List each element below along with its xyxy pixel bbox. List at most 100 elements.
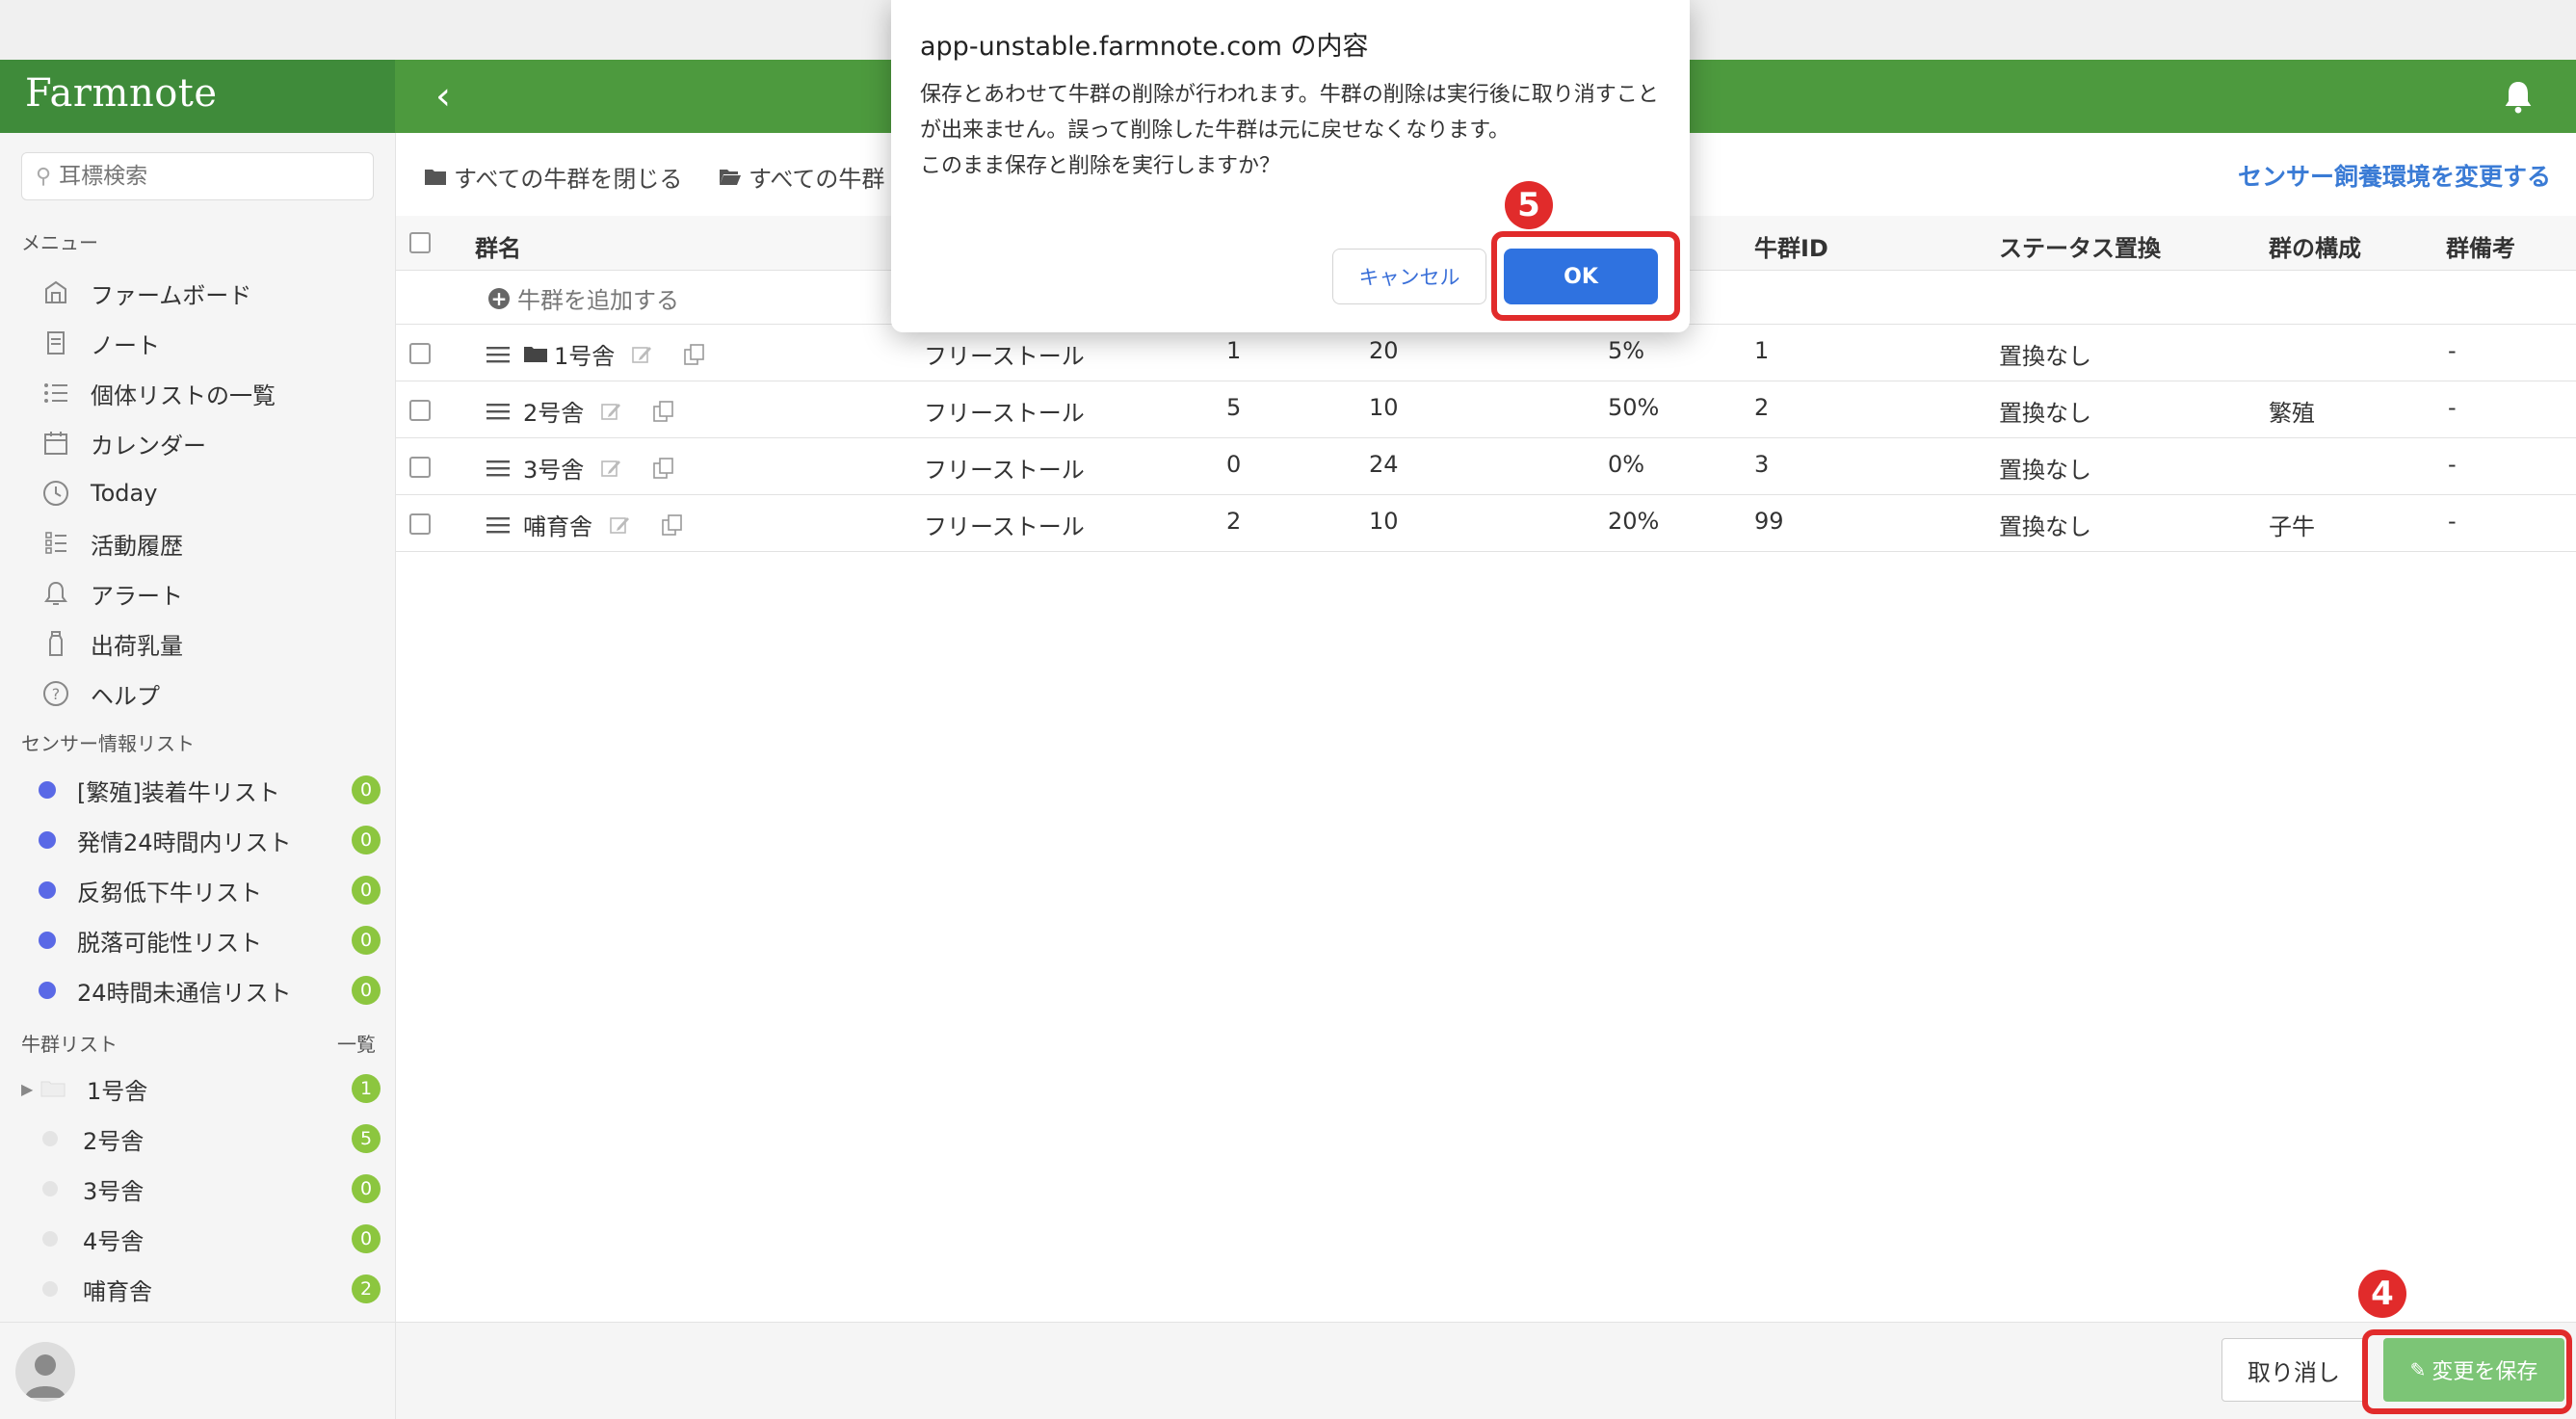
dialog-message: 保存とあわせて牛群の削除が行われます。牛群の削除は実行後に取り消すことが出来ませ… [920, 83, 1659, 178]
close-all-herds-button[interactable]: すべての牛群を閉じる [425, 160, 682, 194]
cell-value: 24 [1369, 451, 1399, 478]
menu-item-individual-list[interactable]: 個体リストの一覧 [39, 372, 276, 414]
header-composition[interactable]: 群の構成 [2269, 229, 2361, 263]
row-checkbox[interactable] [409, 343, 431, 364]
menu-item-farmboard[interactable]: ファームボード [39, 272, 251, 314]
sidebar-footer [0, 1322, 396, 1419]
menu-item-help[interactable]: ? ヘルプ [39, 672, 160, 715]
select-all-checkbox[interactable] [409, 232, 431, 253]
herd-item[interactable]: 哺育舎 2 [21, 1268, 381, 1310]
row-checkbox[interactable] [409, 457, 431, 478]
herd-item[interactable]: 2号舎 5 [21, 1117, 381, 1160]
herd-item[interactable]: ▶ 1号舎 1 [21, 1067, 381, 1110]
list-dot-icon [39, 881, 56, 899]
copy-icon[interactable] [682, 342, 707, 367]
sidebar: ⚲ メニュー ファームボード ノート 個体リストの一覧 カレンダー Today [0, 133, 396, 1322]
menu-item-note[interactable]: ノート [39, 322, 160, 364]
header-herd-id[interactable]: 牛群ID [1754, 229, 1828, 263]
count-badge: 1 [352, 1074, 381, 1103]
drag-handle-icon[interactable] [486, 516, 510, 534]
sensor-list-item[interactable]: 脱落可能性リスト 0 [39, 919, 381, 961]
row-checkbox[interactable] [409, 400, 431, 421]
list-dot-icon [39, 982, 56, 999]
copy-icon[interactable] [651, 399, 676, 424]
drag-handle-icon[interactable] [486, 346, 510, 363]
drag-handle-icon[interactable] [486, 403, 510, 420]
herd-item-label: 3号舎 [83, 1177, 145, 1205]
menu-item-alert[interactable]: アラート [39, 572, 183, 615]
sensor-list-item[interactable]: [繁殖]装着牛リスト 0 [39, 769, 381, 811]
herd-dot-icon [42, 1131, 58, 1146]
sensor-list-item[interactable]: 反芻低下牛リスト 0 [39, 869, 381, 911]
cell-percent: 0% [1608, 451, 1645, 478]
ear-tag-search[interactable]: ⚲ [21, 152, 374, 200]
edit-icon[interactable] [630, 343, 653, 366]
header-status[interactable]: ステータス置換 [1999, 229, 2161, 263]
edit-icon[interactable] [599, 457, 622, 480]
folder-icon [40, 1081, 66, 1097]
dialog-title: app-unstable.farmnote.com の内容 [920, 32, 1369, 62]
menu-item-calendar[interactable]: カレンダー [39, 422, 206, 464]
edit-icon[interactable] [608, 513, 631, 537]
farmnote-logo[interactable]: Farmnote [25, 71, 218, 116]
add-herd-button[interactable]: + 牛群を追加する [488, 281, 679, 315]
menu-item-label: 出荷乳量 [91, 632, 183, 660]
change-sensor-environment-link[interactable]: センサー飼養環境を変更する [2238, 158, 2551, 193]
table-row[interactable]: 哺育舎 フリーストール 2 10 20% 99 置換なし 子牛 - [396, 494, 2576, 552]
sensor-list-item[interactable]: 発情24時間内リスト 0 [39, 819, 381, 861]
back-chevron-icon[interactable]: ‹ [420, 73, 466, 119]
herd-id: 2 [1754, 394, 1770, 421]
copy-icon[interactable] [651, 456, 676, 481]
cell-percent: 5% [1608, 337, 1645, 364]
header-note[interactable]: 群備考 [2446, 229, 2515, 263]
drag-handle-icon[interactable] [486, 460, 510, 477]
edit-icon[interactable] [599, 400, 622, 423]
activity-icon [39, 526, 73, 561]
folder-open-icon [720, 170, 741, 185]
copy-icon[interactable] [660, 512, 685, 538]
herd-note: - [2448, 394, 2457, 421]
herd-note: - [2448, 451, 2457, 478]
plus-circle-icon: + [488, 287, 510, 309]
menu-item-activity[interactable]: 活動履歴 [39, 522, 183, 565]
herd-name: 3号舎 [523, 457, 585, 484]
header-name[interactable]: 群名 [475, 229, 521, 263]
herd-item[interactable]: 4号舎 0 [21, 1218, 381, 1260]
farmboard-icon [39, 276, 73, 310]
open-all-label: すべての牛群 [749, 166, 885, 193]
discard-changes-button[interactable]: 取り消し [2221, 1338, 2366, 1402]
housing-type: フリーストール [924, 513, 1085, 540]
herd-item[interactable]: 3号舎 0 [21, 1168, 381, 1210]
menu-item-today[interactable]: Today [39, 472, 157, 514]
clock-icon [39, 476, 73, 511]
list-dot-icon [39, 932, 56, 949]
herd-list-all-link[interactable]: 一覧 [337, 1029, 376, 1057]
count-badge: 0 [352, 876, 381, 905]
menu-item-label: Today [91, 480, 158, 507]
expand-caret-icon[interactable]: ▶ [21, 1080, 40, 1098]
menu-item-label: ヘルプ [91, 682, 160, 710]
calendar-icon [39, 426, 73, 460]
user-avatar[interactable] [15, 1342, 75, 1402]
notification-bell-icon[interactable] [2499, 77, 2537, 116]
herd-id: 99 [1754, 508, 1784, 535]
table-row[interactable]: 2号舎 フリーストール 5 10 50% 2 置換なし 繁殖 - [396, 381, 2576, 438]
table-row[interactable]: 1号舎 フリーストール 1 20 5% 1 置換なし - [396, 324, 2576, 381]
list-icon [39, 376, 73, 410]
sensor-list-item[interactable]: 24時間未通信リスト 0 [39, 969, 381, 1012]
ok-highlight-frame [1491, 231, 1680, 321]
herd-id: 1 [1754, 337, 1770, 364]
menu-item-label: アラート [91, 582, 183, 610]
close-all-label: すべての牛群を閉じる [454, 166, 683, 193]
herd-note: - [2448, 508, 2457, 535]
table-row[interactable]: 3号舎 フリーストール 0 24 0% 3 置換なし - [396, 437, 2576, 495]
menu-item-milk-shipment[interactable]: 出荷乳量 [39, 622, 183, 665]
row-checkbox[interactable] [409, 513, 431, 535]
dialog-cancel-button[interactable]: キャンセル [1332, 249, 1486, 304]
herd-note: - [2448, 337, 2457, 364]
herd-id: 3 [1754, 451, 1770, 478]
ear-tag-search-input[interactable] [57, 163, 351, 190]
herd-name-cell: 1号舎 [486, 337, 707, 371]
open-all-herds-button[interactable]: すべての牛群 [720, 160, 884, 194]
milk-bottle-icon [39, 626, 73, 661]
